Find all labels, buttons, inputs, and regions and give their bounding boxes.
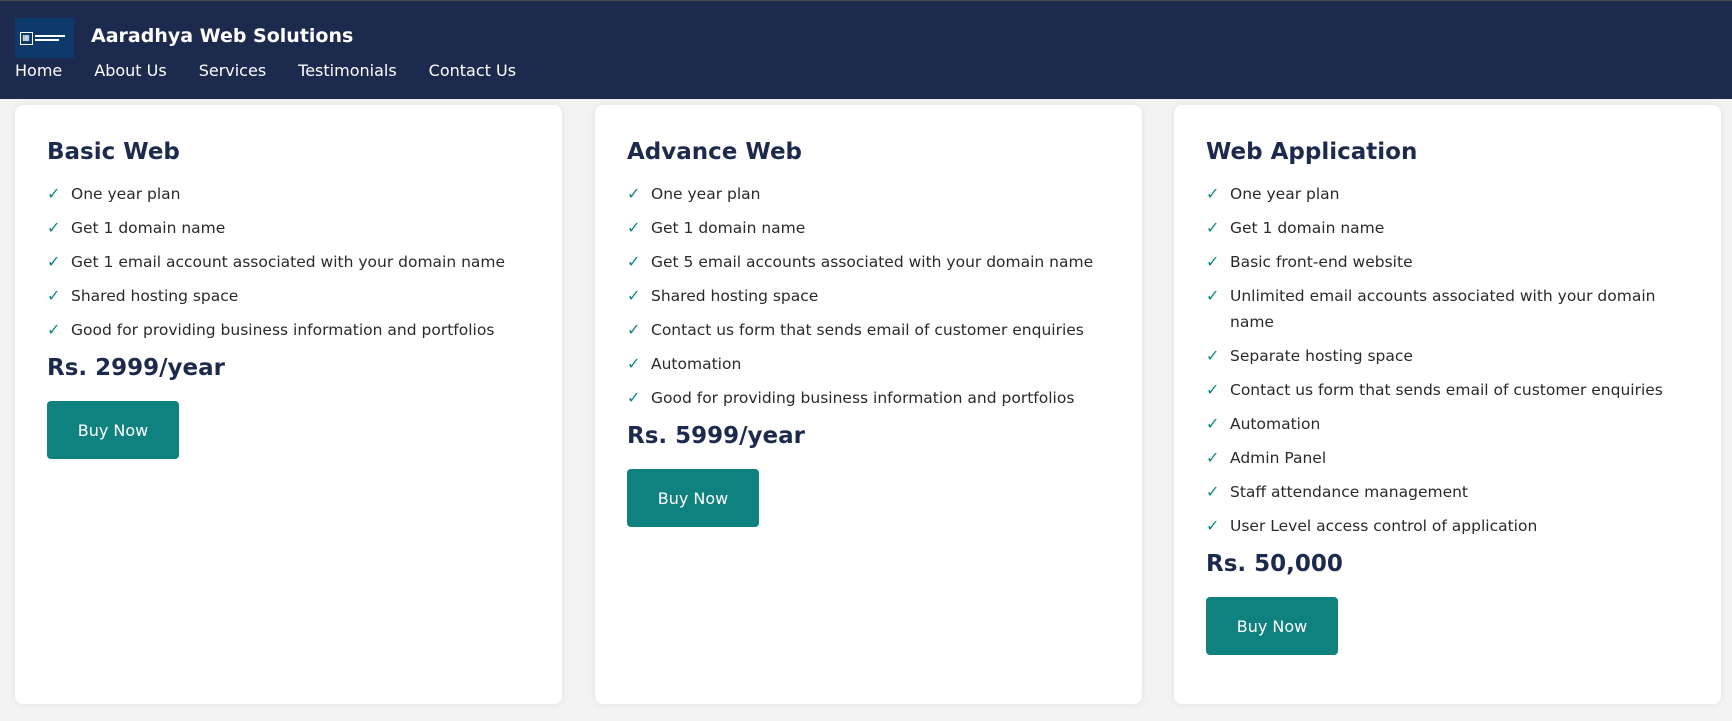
buy-now-button[interactable]: Buy Now bbox=[47, 401, 179, 459]
check-icon: ✓ bbox=[47, 252, 61, 271]
feature-item: ✓ Get 1 email account associated with you… bbox=[47, 249, 542, 275]
feature-text: Good for providing business information … bbox=[71, 321, 495, 339]
feature-item: ✓ Unlimited email accounts associated wit… bbox=[1206, 283, 1701, 335]
feature-text: Shared hosting space bbox=[651, 287, 819, 305]
feature-list: ✓ One year plan ✓ Get 1 domain name ✓ Basic… bbox=[1206, 181, 1701, 539]
feature-text: Separate hosting space bbox=[1230, 347, 1413, 365]
check-icon: ✓ bbox=[1206, 346, 1220, 365]
site-header: ▦ Aaradhya Web Solutions Home About Us S… bbox=[0, 0, 1732, 99]
feature-text: Staff attendance management bbox=[1230, 483, 1469, 501]
plan-card-basic-web: Basic Web ✓ One year plan ✓ Get 1 domain n… bbox=[15, 105, 562, 704]
feature-text: Basic front-end website bbox=[1230, 253, 1413, 271]
feature-item: ✓ Automation bbox=[1206, 411, 1701, 437]
check-icon: ✓ bbox=[1206, 184, 1220, 203]
feature-text: Shared hosting space bbox=[71, 287, 239, 305]
feature-item: ✓ Good for providing business information… bbox=[627, 385, 1122, 411]
feature-item: ✓ Staff attendance management bbox=[1206, 479, 1701, 505]
plan-price: Rs. 5999/year bbox=[627, 423, 806, 449]
feature-item: ✓ One year plan bbox=[1206, 181, 1701, 207]
feature-item: ✓ Good for providing business information… bbox=[47, 317, 542, 343]
feature-item: ✓ Shared hosting space bbox=[47, 283, 542, 309]
check-icon: ✓ bbox=[627, 354, 641, 373]
plan-title: Basic Web bbox=[47, 139, 180, 165]
buy-now-button[interactable]: Buy Now bbox=[1206, 597, 1338, 655]
feature-item: ✓ Shared hosting space bbox=[627, 283, 1122, 309]
check-icon: ✓ bbox=[1206, 414, 1220, 433]
feature-text: Unlimited email accounts associated with… bbox=[1230, 287, 1656, 331]
feature-text: Admin Panel bbox=[1230, 449, 1327, 467]
nav-testimonials[interactable]: Testimonials bbox=[298, 61, 397, 80]
feature-text: Automation bbox=[651, 355, 742, 373]
nav-about-us[interactable]: About Us bbox=[94, 61, 166, 80]
feature-text: Get 1 domain name bbox=[1230, 219, 1385, 237]
feature-text: Get 1 email account associated with your… bbox=[71, 253, 506, 271]
feature-text: Automation bbox=[1230, 415, 1321, 433]
check-icon: ✓ bbox=[1206, 448, 1220, 467]
feature-item: ✓ User Level access control of applicatio… bbox=[1206, 513, 1701, 539]
main-navigation: Home About Us Services Testimonials Cont… bbox=[15, 61, 516, 80]
logo-mark-icon: ▦ bbox=[19, 30, 70, 46]
plan-title: Advance Web bbox=[627, 139, 803, 165]
feature-text: Get 5 email accounts associated with you… bbox=[651, 253, 1094, 271]
plan-price: Rs. 2999/year bbox=[47, 355, 226, 381]
feature-text: One year plan bbox=[1230, 185, 1340, 203]
feature-list: ✓ One year plan ✓ Get 1 domain name ✓ Get 5… bbox=[627, 181, 1122, 411]
check-icon: ✓ bbox=[1206, 482, 1220, 501]
feature-text: One year plan bbox=[71, 185, 181, 203]
feature-text: Contact us form that sends email of cust… bbox=[1230, 381, 1663, 399]
check-icon: ✓ bbox=[47, 286, 61, 305]
feature-text: One year plan bbox=[651, 185, 761, 203]
check-icon: ✓ bbox=[627, 388, 641, 407]
check-icon: ✓ bbox=[627, 184, 641, 203]
check-icon: ✓ bbox=[47, 320, 61, 339]
check-icon: ✓ bbox=[1206, 516, 1220, 535]
brand-name[interactable]: Aaradhya Web Solutions bbox=[91, 25, 353, 47]
nav-home[interactable]: Home bbox=[15, 61, 62, 80]
feature-item: ✓ One year plan bbox=[627, 181, 1122, 207]
check-icon: ✓ bbox=[1206, 380, 1220, 399]
feature-item: ✓ One year plan bbox=[47, 181, 542, 207]
feature-text: Good for providing business information … bbox=[651, 389, 1075, 407]
feature-item: ✓ Admin Panel bbox=[1206, 445, 1701, 471]
check-icon: ✓ bbox=[1206, 286, 1220, 305]
feature-list: ✓ One year plan ✓ Get 1 domain name ✓ Get 1… bbox=[47, 181, 542, 343]
check-icon: ✓ bbox=[627, 218, 641, 237]
check-icon: ✓ bbox=[1206, 218, 1220, 237]
feature-item: ✓ Get 5 email accounts associated with yo… bbox=[627, 249, 1122, 275]
feature-text: Contact us form that sends email of cust… bbox=[651, 321, 1084, 339]
buy-now-button[interactable]: Buy Now bbox=[627, 469, 759, 527]
check-icon: ✓ bbox=[47, 184, 61, 203]
feature-item: ✓ Basic front-end website bbox=[1206, 249, 1701, 275]
check-icon: ✓ bbox=[1206, 252, 1220, 271]
feature-item: ✓ Separate hosting space bbox=[1206, 343, 1701, 369]
check-icon: ✓ bbox=[627, 286, 641, 305]
feature-item: ✓ Automation bbox=[627, 351, 1122, 377]
plan-title: Web Application bbox=[1206, 139, 1418, 165]
nav-services[interactable]: Services bbox=[199, 61, 266, 80]
check-icon: ✓ bbox=[627, 320, 641, 339]
plan-price: Rs. 50,000 bbox=[1206, 551, 1343, 577]
feature-item: ✓ Get 1 domain name bbox=[47, 215, 542, 241]
feature-text: User Level access control of application bbox=[1230, 517, 1538, 535]
nav-contact-us[interactable]: Contact Us bbox=[429, 61, 516, 80]
feature-item: ✓ Get 1 domain name bbox=[1206, 215, 1701, 241]
feature-text: Get 1 domain name bbox=[71, 219, 226, 237]
check-icon: ✓ bbox=[627, 252, 641, 271]
check-icon: ✓ bbox=[47, 218, 61, 237]
feature-item: ✓ Contact us form that sends email of cus… bbox=[1206, 377, 1701, 403]
plan-card-web-application: Web Application ✓ One year plan ✓ Get 1 do… bbox=[1174, 105, 1721, 704]
plan-card-advance-web: Advance Web ✓ One year plan ✓ Get 1 domain… bbox=[595, 105, 1142, 704]
feature-item: ✓ Get 1 domain name bbox=[627, 215, 1122, 241]
brand-logo[interactable]: ▦ bbox=[15, 18, 74, 58]
feature-item: ✓ Contact us form that sends email of cus… bbox=[627, 317, 1122, 343]
feature-text: Get 1 domain name bbox=[651, 219, 806, 237]
